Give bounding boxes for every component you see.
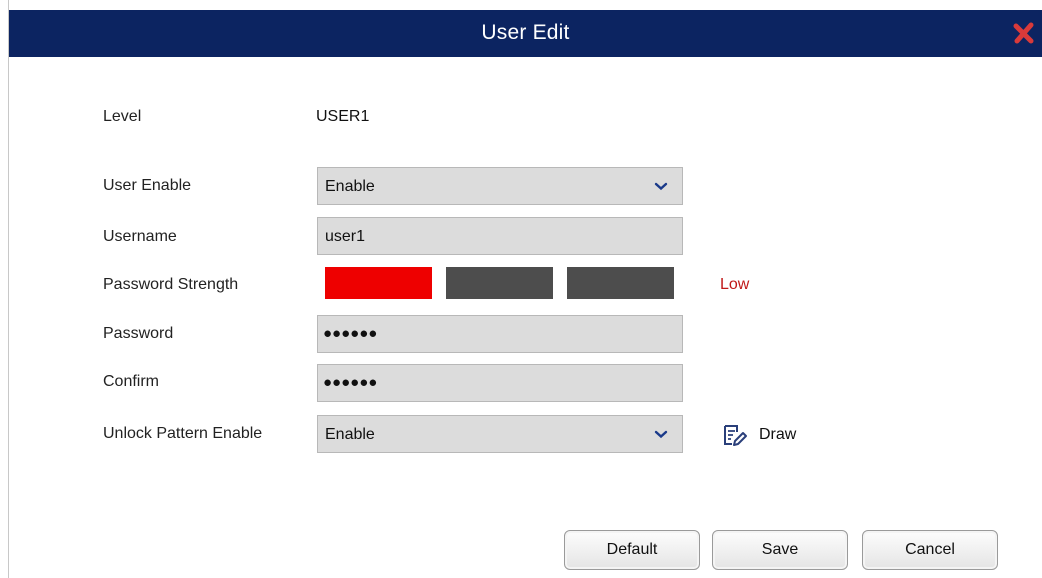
- password-input[interactable]: ●●●●●●: [317, 315, 683, 353]
- password-label: Password: [103, 325, 174, 342]
- strength-segment-1: [325, 267, 432, 299]
- confirm-label: Confirm: [103, 373, 160, 390]
- confirm-password-input[interactable]: ●●●●●●: [317, 364, 683, 402]
- username-input[interactable]: user1: [317, 217, 683, 255]
- dialog-border: [8, 0, 9, 578]
- default-button[interactable]: Default: [564, 530, 700, 570]
- confirm-value: ●●●●●●: [323, 374, 378, 391]
- unlock-pattern-value: Enable: [325, 426, 375, 443]
- user-edit-dialog: User Edit Level USER1 User Enable Enable…: [0, 0, 1042, 578]
- save-button[interactable]: Save: [712, 530, 848, 570]
- username-value: user1: [325, 228, 366, 245]
- user-enable-label: User Enable: [103, 177, 192, 194]
- password-strength-label: Password Strength: [103, 276, 239, 293]
- title-bar: User Edit: [9, 10, 1042, 57]
- password-value: ●●●●●●: [323, 325, 378, 342]
- strength-segment-3: [567, 267, 674, 299]
- user-enable-value: Enable: [325, 178, 375, 195]
- username-label: Username: [103, 228, 177, 245]
- draw-label: Draw: [759, 426, 797, 443]
- strength-segment-2: [446, 267, 553, 299]
- close-button[interactable]: [1012, 21, 1036, 45]
- pen-edit-icon: [724, 425, 747, 446]
- strength-level-text: Low: [720, 276, 750, 293]
- level-label: Level: [103, 108, 142, 125]
- cancel-button[interactable]: Cancel: [862, 530, 998, 570]
- unlock-pattern-select[interactable]: Enable: [317, 415, 683, 453]
- chevron-down-icon: [654, 182, 668, 191]
- user-enable-select[interactable]: Enable: [317, 167, 683, 205]
- dialog-title: User Edit: [481, 21, 570, 44]
- chevron-down-icon: [654, 430, 668, 439]
- level-value: USER1: [316, 108, 370, 125]
- unlock-pattern-label: Unlock Pattern Enable: [103, 425, 263, 442]
- close-x-icon: [1013, 22, 1034, 44]
